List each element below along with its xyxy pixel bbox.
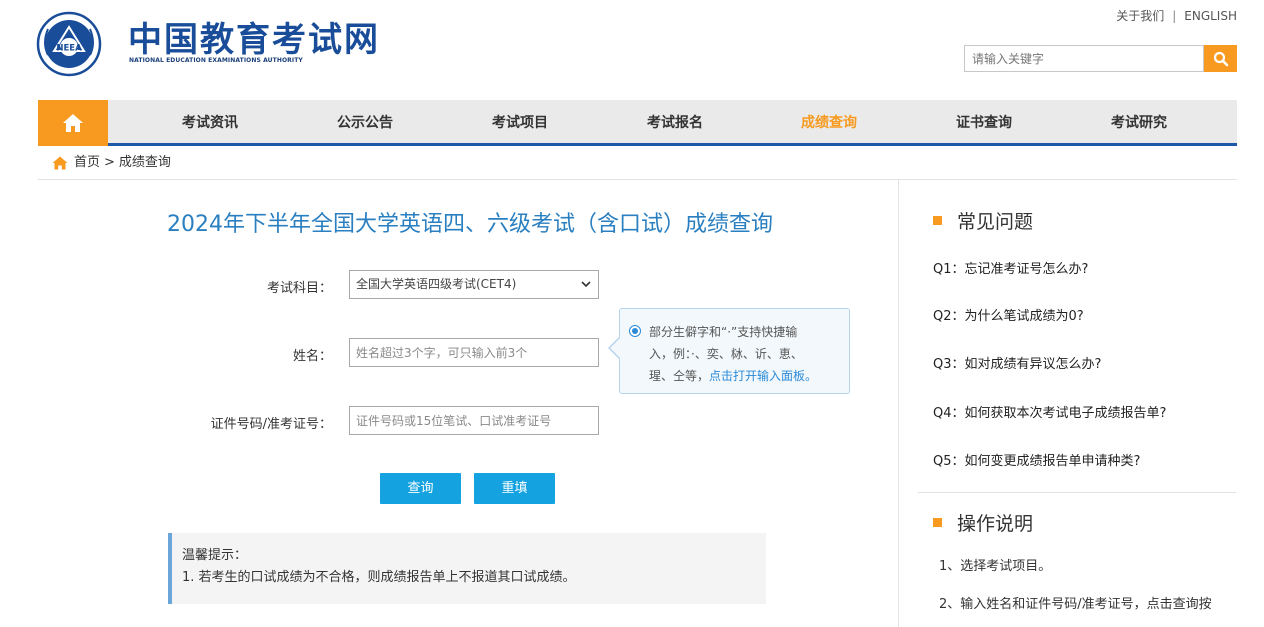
about-us-link[interactable]: 关于我们: [1116, 7, 1164, 24]
breadcrumb-home-link[interactable]: 首页: [74, 152, 100, 174]
query-button[interactable]: 查询: [380, 473, 461, 504]
top-links-separator: |: [1172, 9, 1177, 23]
faq-item-5[interactable]: Q5：如何变更成绩报告单申请种类?: [933, 450, 1140, 469]
orange-square-icon: [933, 216, 942, 225]
faq-heading-text: 常见问题: [957, 211, 1034, 233]
name-input[interactable]: [349, 338, 599, 367]
orange-square-icon: [933, 518, 942, 527]
chevron-down-icon: [581, 281, 591, 288]
breadcrumb-current: 成绩查询: [118, 155, 171, 170]
id-number-input[interactable]: [349, 406, 599, 435]
search-button[interactable]: [1204, 45, 1237, 72]
nav-item-exam-news[interactable]: 考试资讯: [150, 100, 270, 146]
faq-heading: 常见问题: [933, 207, 1033, 234]
search-icon: [1213, 51, 1228, 66]
howto-item-1: 1、选择考试项目。: [939, 559, 1052, 574]
name-label: 姓名：: [292, 349, 332, 364]
site-logo-title[interactable]: 中国教育考试网: [128, 20, 380, 60]
howto-heading: 操作说明: [933, 509, 1033, 536]
search-box: [964, 45, 1204, 72]
tips-box: 温馨提示： 1. 若考生的口试成绩为不合格，则成绩报告单上不报道其口试成绩。: [168, 533, 766, 604]
faq-item-1[interactable]: Q1：忘记准考证号怎么办?: [933, 258, 1088, 277]
tooltip-line-3: 瑆、仝等，: [649, 369, 710, 383]
nav-item-announcements[interactable]: 公示公告: [305, 100, 425, 146]
howto-heading-text: 操作说明: [957, 513, 1034, 535]
reset-button[interactable]: 重填: [474, 473, 555, 504]
neea-emblem-logo[interactable]: NEEA: [36, 11, 102, 77]
faq-item-4[interactable]: Q4：如何获取本次考试电子成绩报告单?: [933, 402, 1166, 421]
id-label: 证件号码/准考证号：: [210, 417, 332, 432]
nav-item-exam-projects[interactable]: 考试项目: [460, 100, 580, 146]
home-icon: [63, 114, 83, 132]
rare-char-tooltip: 部分生僻字和“·”支持快捷输 入，例：·、奕、栤、䜣、恵、 瑆、仝等，点击打开输…: [608, 308, 850, 394]
breadcrumb: 首页 > 成绩查询: [52, 152, 171, 174]
search-input[interactable]: [965, 46, 1203, 71]
tips-item-1: 1. 若考生的口试成绩为不合格，则成绩报告单上不报道其口试成绩。: [182, 570, 576, 585]
subject-select-value: 全国大学英语四级考试(CET4): [356, 277, 517, 291]
nav-item-certificate-query[interactable]: 证书查询: [924, 100, 1044, 146]
english-link[interactable]: ENGLISH: [1184, 9, 1237, 23]
tooltip-arrow-inner: [610, 337, 621, 359]
site-logo-subtitle: NATIONAL EDUCATION EXAMINATIONS AUTHORIT…: [129, 57, 303, 64]
faq-item-3[interactable]: Q3：如对成绩有异议怎么办?: [933, 353, 1101, 372]
emblem-text: NEEA: [56, 44, 82, 54]
sidebar-divider: [898, 180, 899, 627]
site-header: NEEA 中国教育考试网 NATIONAL EDUCATION EXAMINAT…: [0, 0, 1264, 100]
tooltip-line-2: 入，例：·、奕、栤、䜣、恵、: [649, 347, 803, 361]
howto-item-2: 2、输入姓名和证件号码/准考证号，点击查询按: [939, 597, 1212, 612]
open-input-panel-link[interactable]: 点击打开输入面板。: [709, 369, 817, 383]
subject-select[interactable]: 全国大学英语四级考试(CET4): [349, 270, 599, 299]
sidebar-separator: [918, 492, 1236, 493]
tips-heading: 温馨提示：: [182, 548, 248, 563]
subject-label: 考试科目：: [266, 281, 332, 296]
faq-item-2[interactable]: Q2：为什么笔试成绩为0?: [933, 305, 1084, 324]
nav-home-button[interactable]: [38, 100, 108, 146]
radio-dot-icon: [629, 325, 641, 337]
nav-item-score-query[interactable]: 成绩查询: [769, 100, 889, 146]
nav-item-registration[interactable]: 考试报名: [615, 100, 735, 146]
top-links: 关于我们 | ENGLISH: [1116, 7, 1237, 24]
tooltip-line-1: 部分生僻字和“·”支持快捷输: [649, 325, 798, 339]
tooltip-line-3-wrap: 瑆、仝等，点击打开输入面板。: [649, 365, 841, 387]
breadcrumb-home-icon: [52, 156, 68, 170]
page-title: 2024年下半年全国大学英语四、六级考试（含口试）成绩查询: [167, 212, 773, 237]
breadcrumb-divider: [38, 179, 1237, 180]
nav-item-exam-research[interactable]: 考试研究: [1079, 100, 1199, 146]
breadcrumb-separator: >: [104, 155, 115, 170]
main-nav: 考试资讯 公示公告 考试项目 考试报名 成绩查询 证书查询 考试研究: [38, 100, 1237, 146]
